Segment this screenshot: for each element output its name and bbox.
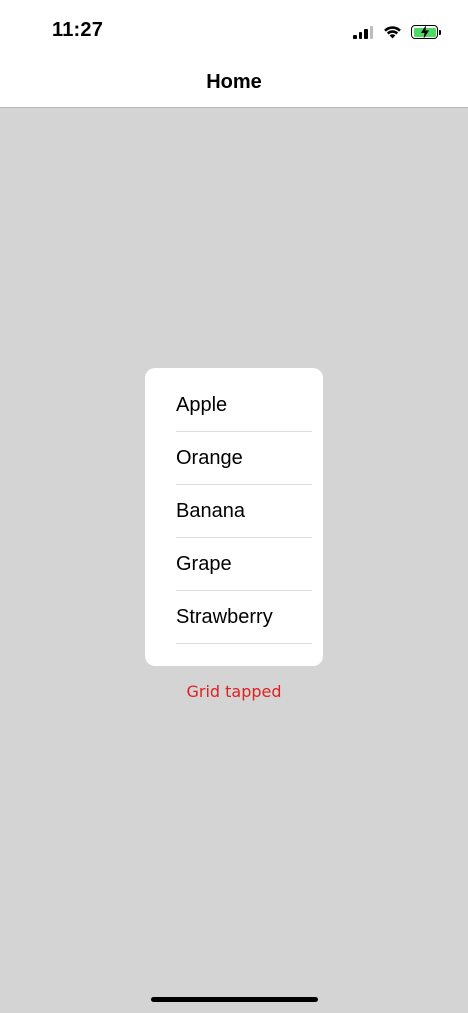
home-indicator[interactable] xyxy=(151,997,318,1002)
list-item-grape[interactable]: Grape xyxy=(176,538,312,591)
list-item-banana[interactable]: Banana xyxy=(176,485,312,538)
fruit-list-card[interactable]: Apple Orange Banana Grape Strawberry xyxy=(145,368,323,666)
cellular-signal-icon xyxy=(353,25,373,39)
status-icons xyxy=(353,22,441,42)
navigation-bar: Home xyxy=(0,58,468,108)
charging-bolt-icon xyxy=(421,25,429,39)
status-time: 11:27 xyxy=(52,19,104,41)
list-item-strawberry[interactable]: Strawberry xyxy=(176,591,312,644)
content-area: Apple Orange Banana Grape Strawberry Gri… xyxy=(0,108,468,1013)
status-bar: 11:27 xyxy=(0,0,468,58)
wifi-icon xyxy=(384,26,401,39)
list-item-orange[interactable]: Orange xyxy=(176,432,312,485)
battery-icon xyxy=(411,25,441,39)
battery-cap xyxy=(439,30,441,35)
status-message: Grid tapped xyxy=(186,682,282,701)
list-item-apple[interactable]: Apple xyxy=(176,379,312,432)
page-title: Home xyxy=(206,71,262,93)
